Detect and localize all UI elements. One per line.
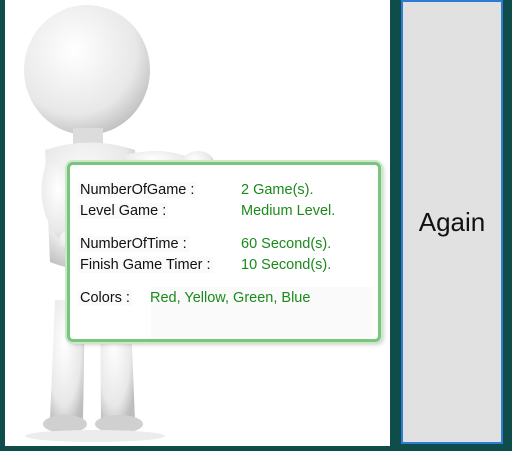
finish-game-timer-label: Finish Game Timer : [78,257,213,273]
game-settings-panel: NumberOfGame : 2 Game(s). Level Game : M… [5,0,390,446]
number-of-time-value: 60 Second(s). [241,236,332,252]
panel-divider [390,0,401,451]
level-game-value: Medium Level. [241,203,336,219]
number-of-game-value: 2 Game(s). [241,182,314,198]
colors-value: Red, Yellow, Green, Blue [150,290,311,306]
number-of-time-label: NumberOfTime : [78,236,189,252]
level-game-label: Level Game : [78,203,169,219]
colors-label: Colors : [78,290,132,306]
finish-game-timer-value: 10 Second(s). [241,257,332,273]
number-of-game-label: NumberOfGame : [78,182,197,198]
again-button[interactable]: Again [401,0,503,444]
